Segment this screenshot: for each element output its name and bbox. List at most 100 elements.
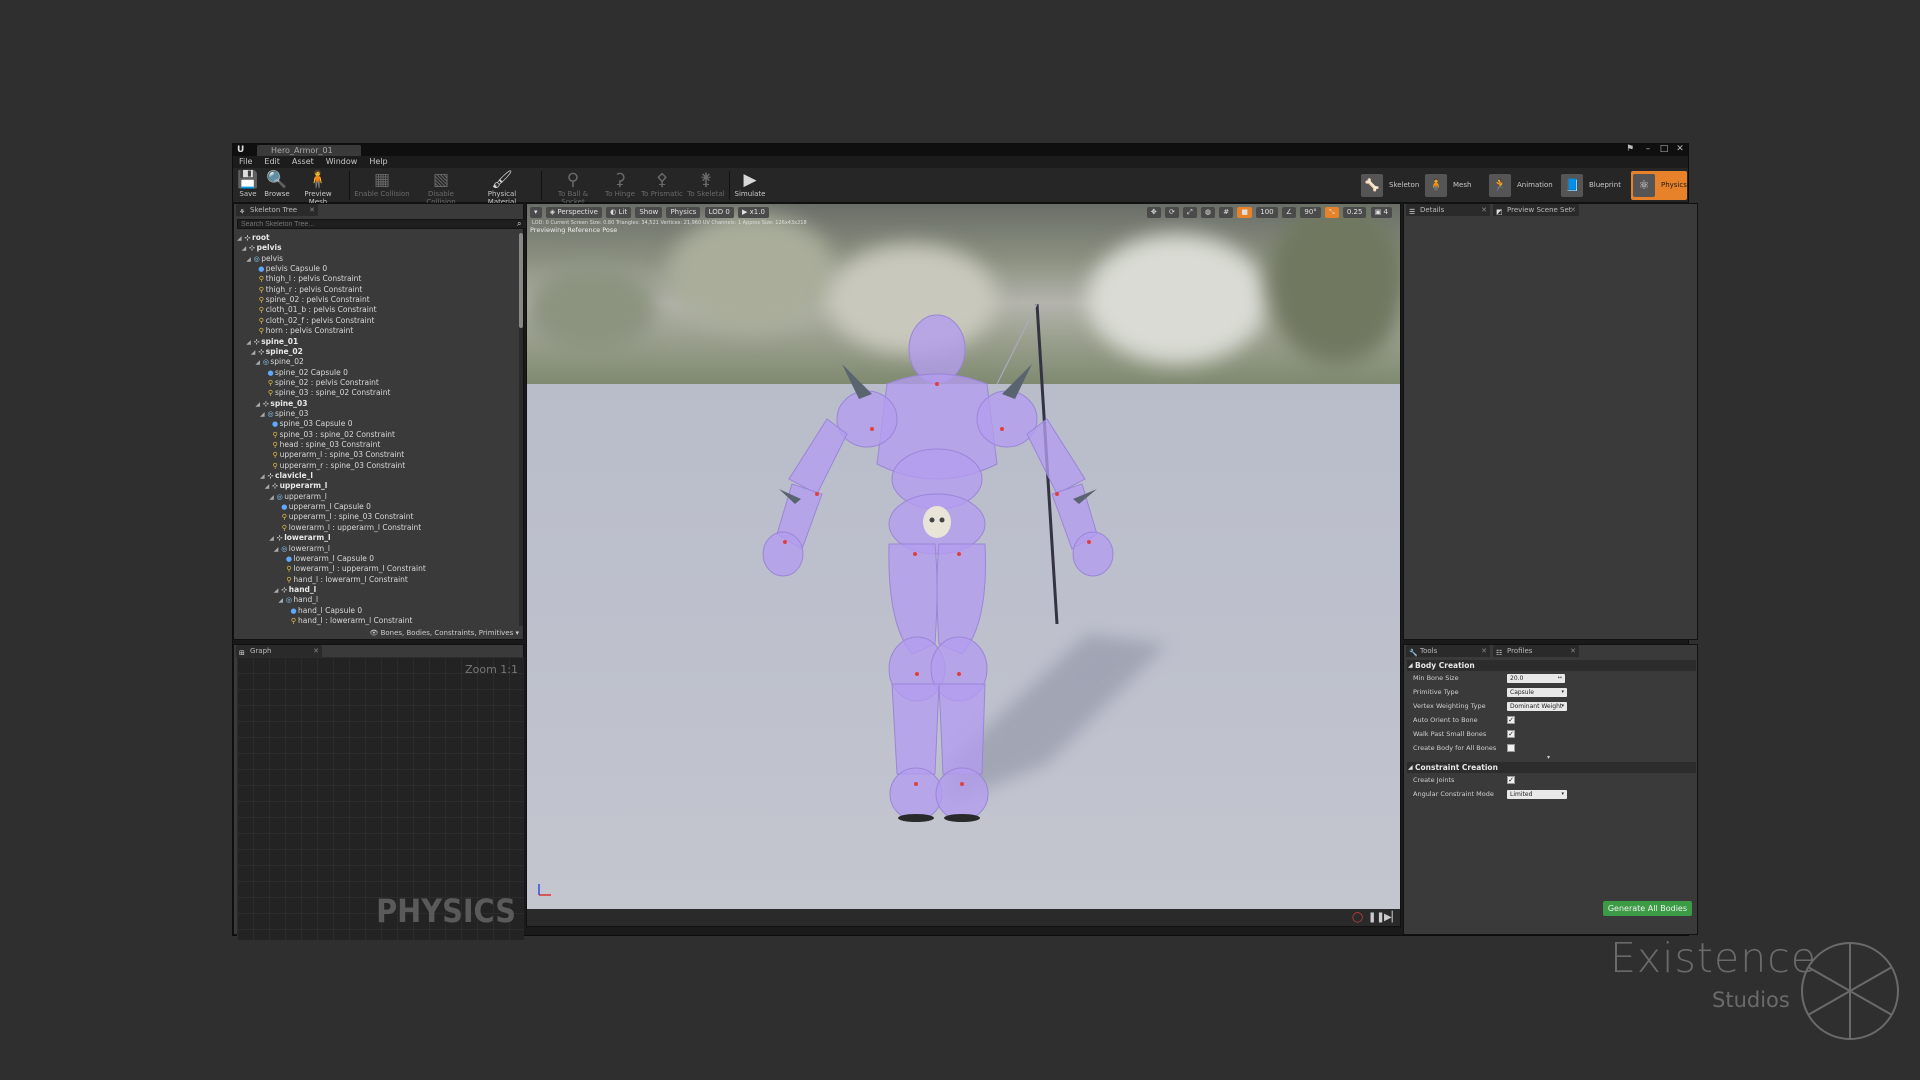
rotation-snap-icon[interactable]: ∠ xyxy=(1281,207,1297,218)
hand-l-body[interactable] xyxy=(762,531,804,577)
property-dropdown[interactable]: Limited ▾ xyxy=(1507,790,1567,799)
tab-skeleton-tree[interactable]: ⚘ Skeleton Tree ✕ xyxy=(236,204,318,216)
constraint-creation-header[interactable]: ◢ Constraint Creation xyxy=(1407,762,1696,773)
rotation-snap-value[interactable]: 90° xyxy=(1300,207,1321,218)
to-ball-socket-button[interactable]: ⚲ To Ball & Socket xyxy=(546,170,600,206)
tree-row[interactable]: ⚲ hand_l : lowerarm_l Constraint xyxy=(278,575,408,585)
property-checkbox[interactable] xyxy=(1507,744,1515,752)
menu-window[interactable]: Window xyxy=(320,156,364,168)
tree-row[interactable]: ⚲ thigh_r : pelvis Constraint xyxy=(251,285,363,295)
mode-blueprint-button[interactable]: 📘 Blueprint xyxy=(1559,171,1631,200)
foot-r-body[interactable] xyxy=(935,767,989,821)
tree-row[interactable]: ◢ ⊹ spine_03 xyxy=(255,399,307,409)
camera-speed-button[interactable]: ▣ 4 xyxy=(1370,207,1392,218)
scale-snap-toggle[interactable]: ⤡ xyxy=(1325,207,1339,218)
tree-row[interactable]: ⚲ hand_l : lowerarm_l Constraint xyxy=(283,616,413,626)
tree-row[interactable]: ⚲ upperarm_l : spine_03 Constraint xyxy=(265,450,405,460)
tree-row[interactable]: ⚲ upperarm_l : spine_03 Constraint xyxy=(274,512,414,522)
tree-row[interactable]: ●spine_03 Capsule 0 xyxy=(265,419,352,429)
tree-row[interactable]: ●pelvis Capsule 0 xyxy=(251,264,327,274)
translate-icon[interactable]: ✥ xyxy=(1146,207,1161,218)
close-tab-icon[interactable]: ✕ xyxy=(309,204,315,216)
close-tab-icon[interactable]: ✕ xyxy=(1570,204,1576,216)
property-dropdown[interactable]: Dominant Weight ▾ xyxy=(1507,702,1567,711)
graph-canvas[interactable]: Zoom 1:1 PHYSICS xyxy=(237,657,524,940)
physics-asset-character[interactable] xyxy=(527,204,1401,927)
grid-snap-icon[interactable]: # xyxy=(1219,207,1234,218)
tab-details[interactable]: ☰ Details ✕ xyxy=(1406,204,1490,216)
close-tab-icon[interactable]: ✕ xyxy=(1481,645,1487,657)
foot-l-body[interactable] xyxy=(889,767,943,821)
tree-row[interactable]: ●spine_02 Capsule 0 xyxy=(260,368,347,378)
record-icon[interactable]: ◯ xyxy=(1352,912,1363,923)
to-hinge-button[interactable]: ⚳ To Hinge xyxy=(603,170,637,201)
tree-row[interactable]: ●lowerarm_l Capsule 0 xyxy=(278,554,374,564)
tab-profiles[interactable]: ☷ Profiles ✕ xyxy=(1493,645,1579,657)
menu-asset[interactable]: Asset xyxy=(286,156,320,168)
close-tab-icon[interactable]: ✕ xyxy=(313,645,319,657)
tree-row[interactable]: ◢ ◎upperarm_l xyxy=(269,492,327,502)
close-tab-icon[interactable]: ✕ xyxy=(1481,204,1487,216)
tree-row[interactable]: ⚲ cloth_02_f : pelvis Constraint xyxy=(251,316,375,326)
browse-button[interactable]: 🔍 Browse xyxy=(263,170,291,201)
tree-row[interactable]: ⚲ spine_02 : pelvis Constraint xyxy=(251,295,370,305)
calf-r-body[interactable] xyxy=(938,683,986,775)
body-creation-header[interactable]: ◢ Body Creation xyxy=(1407,660,1696,671)
lit-button[interactable]: ◐ Lit xyxy=(606,207,632,218)
tree-row[interactable]: ◢ ◎lowerarm_l xyxy=(274,544,330,554)
tree-row[interactable]: ⚲ cloth_01_b : pelvis Constraint xyxy=(251,305,377,315)
preview-mesh-button[interactable]: 🧍 Preview Mesh xyxy=(295,170,341,206)
perspective-button[interactable]: ◈ Perspective xyxy=(545,207,602,218)
enable-collision-button[interactable]: ▦ Enable Collision xyxy=(354,170,410,201)
minimize-button[interactable]: – xyxy=(1641,144,1655,155)
close-button[interactable]: ✕ xyxy=(1673,144,1687,155)
tree-row[interactable]: ⚲ head : spine_03 Constraint xyxy=(265,440,381,450)
mode-mesh-button[interactable]: 🧍 Mesh xyxy=(1423,171,1487,200)
show-button[interactable]: Show xyxy=(635,207,663,218)
close-tab-icon[interactable]: ✕ xyxy=(1570,645,1576,657)
tree-filter-dropdown[interactable]: 👁 Bones, Bodies, Constraints, Primitives… xyxy=(369,629,519,637)
tree-row[interactable]: ◢ ◎spine_02 xyxy=(255,357,303,367)
maximize-button[interactable]: □ xyxy=(1657,144,1671,155)
physical-material-button[interactable]: 🖌 Physical Material xyxy=(473,170,531,206)
tree-scrollbar[interactable] xyxy=(519,233,523,626)
step-forward-icon[interactable]: ▶▏ xyxy=(1384,912,1399,923)
tab-preview-scene-set[interactable]: ◩ Preview Scene Set ✕ xyxy=(1493,204,1579,216)
tree-row[interactable]: ⚲ lowerarm_l : upperarm_l Constraint xyxy=(274,523,422,533)
tree-row[interactable]: ◢ ◎spine_03 xyxy=(260,409,308,419)
tree-row[interactable]: ⚲ spine_03 : spine_02 Constraint xyxy=(260,388,390,398)
to-skeletal-button[interactable]: ⚵ To Skeletal xyxy=(687,170,725,201)
property-checkbox[interactable]: ✓ xyxy=(1507,730,1515,738)
tree-row[interactable]: ◢ ⊹ spine_02 xyxy=(251,347,303,357)
menu-file[interactable]: File xyxy=(233,156,258,168)
tree-row[interactable]: ⚲ upperarm_r : spine_03 Constraint xyxy=(265,461,406,471)
tree-scrollbar-thumb[interactable] xyxy=(519,233,523,328)
menu-help[interactable]: Help xyxy=(363,156,393,168)
tree-row[interactable]: ⚲ lowerarm_l : upperarm_l Constraint xyxy=(278,564,426,574)
lod-button[interactable]: LOD 0 xyxy=(704,207,734,218)
skeleton-search-input[interactable] xyxy=(237,219,527,229)
tree-row[interactable]: ◢ ⊹ clavicle_l xyxy=(260,471,313,481)
viewport-options-button[interactable]: ▾ xyxy=(530,207,542,218)
tree-row[interactable]: ⚲ horn : pelvis Constraint xyxy=(251,326,354,336)
tree-row[interactable]: ◢ ⊹ upperarm_l xyxy=(265,481,328,491)
bookmark-icon[interactable]: ⚑ xyxy=(1623,144,1637,155)
calf-l-body[interactable] xyxy=(891,683,940,775)
scale-icon[interactable]: ⤢ xyxy=(1183,207,1197,218)
tree-row[interactable]: ◢ ◎pelvis xyxy=(246,254,283,264)
tree-row[interactable]: ⚲ spine_03 : spine_02 Constraint xyxy=(265,430,395,440)
hand-r-body[interactable] xyxy=(1072,531,1114,577)
world-space-icon[interactable]: ◍ xyxy=(1200,207,1216,218)
tree-row[interactable]: ⚲ spine_02 : pelvis Constraint xyxy=(260,378,379,388)
generate-all-bodies-button[interactable]: Generate All Bodies xyxy=(1602,901,1692,916)
grid-snap-toggle[interactable]: ■ xyxy=(1237,207,1252,218)
tree-row[interactable]: ●upperarm_l Capsule 0 xyxy=(274,502,371,512)
pause-icon[interactable]: ❚❚ xyxy=(1368,912,1385,923)
to-prismatic-button[interactable]: ⚴ To Prismatic xyxy=(640,170,684,201)
tree-row[interactable]: ◢ ◎hand_l xyxy=(278,595,318,605)
simulate-button[interactable]: ▶ Simulate xyxy=(733,170,767,201)
tree-row[interactable]: ●hand_l Capsule 0 xyxy=(283,606,362,616)
property-checkbox[interactable]: ✓ xyxy=(1507,716,1515,724)
scale-snap-value[interactable]: 0.25 xyxy=(1342,207,1367,218)
document-tab[interactable]: Hero_Armor_01 xyxy=(257,145,361,156)
